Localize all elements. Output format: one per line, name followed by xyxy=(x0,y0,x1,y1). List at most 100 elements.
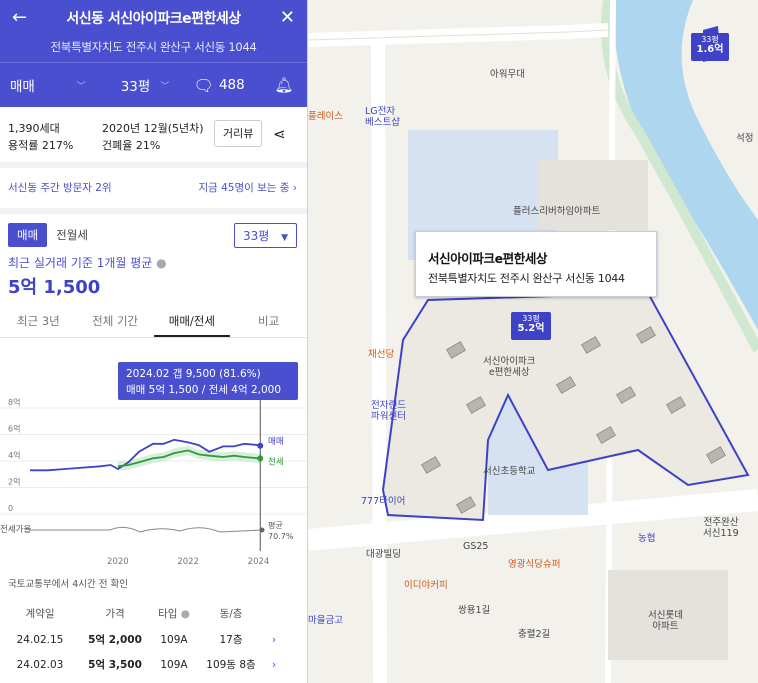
size-label: 33평 xyxy=(120,79,151,95)
price-marker-main[interactable]: 33평 5.2억 xyxy=(511,312,551,340)
x-tick-label: 2024 xyxy=(248,557,270,567)
street-view-button[interactable]: 거리뷰 xyxy=(214,120,263,147)
summary-info: 1,390세대 용적률 217% 2020년 12월(5년차) 건폐율 21% … xyxy=(0,107,307,168)
row-date: 24.02.03 xyxy=(16,658,64,671)
close-icon[interactable]: ✕ xyxy=(280,9,295,27)
map-label-chaeseon: 채선당 xyxy=(368,349,395,360)
map-label-electronics: 전자랜드 파워센터 xyxy=(371,400,406,422)
complex-popup[interactable]: 서신아이파크e편한세상 전북특별자치도 전주시 완산구 서신동 1044 xyxy=(415,231,657,297)
popup-address: 전북특별자치도 전주시 완산구 서신동 1044 xyxy=(428,272,625,285)
row-type: 109A xyxy=(160,658,188,671)
map-label-yeonggwang: 영광식당슈퍼 xyxy=(508,559,561,570)
notification-button[interactable]: 🔔︎ xyxy=(261,63,307,107)
back-arrow-icon[interactable]: ← xyxy=(12,9,27,27)
coverage-ratio: 건폐율 21% xyxy=(102,139,161,152)
map-label-lotte: 서신롯데 아파트 xyxy=(648,610,683,632)
header-address: 전북특별자치도 전주시 완산구 서신동 1044 xyxy=(50,40,257,54)
row-floor: 109동 8층 xyxy=(206,659,256,671)
size-dropdown[interactable]: 33평 ﹀ xyxy=(94,63,178,107)
map-label-idiya: 이디야커피 xyxy=(404,580,448,591)
table-row[interactable]: 24.02.03 5억 3,500 109A 109동 8층 › xyxy=(0,652,307,677)
tab-all-period[interactable]: 전체 기간 xyxy=(77,305,154,337)
row-price: 5억 2,000 xyxy=(88,634,142,646)
legend-sale: 매매 xyxy=(268,437,284,447)
seg-rent[interactable]: 전월세 xyxy=(47,223,97,247)
col-floor: 동/층 xyxy=(219,608,243,620)
road-vertical xyxy=(371,39,387,683)
comments-button[interactable]: 🗨 488 xyxy=(177,63,261,107)
visitor-rank-bar[interactable]: 서신동 주간 방문자 2위 지금 45명이 보는 중 › xyxy=(0,168,307,214)
page-title: 서신동 서신아이파크e편한세상 xyxy=(66,11,241,27)
avg-price-value: 5억 1,500 xyxy=(8,277,101,298)
trade-type-label: 매매 xyxy=(10,79,35,95)
tooltip-line2: 매매 5억 1,500 / 전세 4억 2,000 xyxy=(126,384,281,396)
trade-type-dropdown[interactable]: 매매 ﹀ xyxy=(0,63,94,107)
price-chart[interactable]: 8억 6억 4억 2억 0 2020 2022 2024 매매전세전세가율 평균 70.7% 2024… xyxy=(0,356,307,572)
ratio-name: 평균 xyxy=(268,520,283,530)
map-label-road2: 충렬2길 xyxy=(518,629,551,640)
col-type-label: 타입 xyxy=(158,608,178,620)
map-view[interactable]: 33평 1.6억 33평 5.2억 아워무대 플레이스 LG전자 베스트샵 플러… xyxy=(308,0,758,683)
ratio-dot xyxy=(259,527,265,533)
avg-label-text: 최근 실거래 기준 1개월 평균 xyxy=(8,256,153,270)
map-label-nonghyup: 농협 xyxy=(638,533,656,544)
y-tick-label: 8억 xyxy=(8,397,20,407)
map-label-bank: 마을금고 xyxy=(308,615,343,626)
seg-sale[interactable]: 매매 xyxy=(8,223,48,247)
area-select-value: 33평 xyxy=(242,228,270,243)
col-price: 가격 xyxy=(105,608,125,620)
area-select[interactable]: 33평 ▼ xyxy=(233,222,297,248)
floor-area-ratio: 용적률 217% xyxy=(8,139,74,152)
y-tick-label: 6억 xyxy=(8,424,20,434)
chevron-right-icon[interactable]: › xyxy=(264,659,284,671)
map-label-flower-apt: 플러스리버하임아파트 xyxy=(513,206,601,217)
map-label-venue: 아워무대 xyxy=(490,69,525,80)
tab-sale-jeonse[interactable]: 매매/전세 xyxy=(153,305,231,337)
row-floor: 17층 xyxy=(219,634,243,646)
built-date: 2020년 12월(5년차) xyxy=(102,122,204,135)
ratio-line xyxy=(30,526,263,533)
map-label-tire: 777타이어 xyxy=(361,496,406,507)
cursor-dot-jeonse xyxy=(257,455,264,462)
map-label-lg: LG전자 베스트샵 xyxy=(365,106,400,128)
deal-type-segment: 매매 전월세 xyxy=(8,223,97,247)
speech-bubble-icon: 🗨 xyxy=(193,75,214,95)
map-label-plaza: 플레이스 xyxy=(308,111,343,122)
share-icon[interactable]: ⋖ xyxy=(266,120,292,154)
x-tick-label: 2022 xyxy=(177,557,199,567)
panel-header: ← 서신동 서신아이파크e편한세상 ✕ 전북특별자치도 전주시 완산구 서신동 … xyxy=(0,0,307,107)
chevron-down-icon: ﹀ xyxy=(160,81,170,92)
cursor-dot-sale xyxy=(257,442,264,449)
y-tick-label: 4억 xyxy=(8,450,20,460)
map-canvas[interactable] xyxy=(308,0,758,683)
tab-recent-3y[interactable]: 최근 3년 xyxy=(0,305,77,337)
tooltip-line1: 2024.02 갭 9,500 (81.6%) xyxy=(126,368,261,380)
map-label-seoknam: 석정 xyxy=(736,133,754,144)
flower-apt-block xyxy=(538,160,648,230)
help-icon[interactable]: ● xyxy=(156,256,166,270)
price-marker-other[interactable]: 33평 1.6억 xyxy=(691,33,729,61)
tab-compare[interactable]: 비교 xyxy=(230,305,307,337)
jeonse-band xyxy=(117,445,262,471)
map-label-school: 서신초등학교 xyxy=(483,466,536,477)
ratio-value: 70.7% xyxy=(268,532,294,541)
viewers-now: 지금 45명이 보는 중 › xyxy=(198,182,297,194)
comments-count: 488 xyxy=(218,77,245,93)
help-icon[interactable]: ● xyxy=(181,608,190,620)
table-header: 계약일 가격 타입 ● 동/층 xyxy=(0,600,307,627)
row-type: 109A xyxy=(160,633,188,646)
avg-price-label: 최근 실거래 기준 1개월 평균 ● xyxy=(0,248,307,271)
source-note: 국토교통부에서 4시간 전 확인 xyxy=(8,579,128,590)
caret-down-icon: ▼ xyxy=(281,232,288,243)
row-date: 24.02.15 xyxy=(16,633,64,646)
period-tabs: 최근 3년 전체 기간 매매/전세 비교 xyxy=(0,305,307,338)
table-row[interactable]: 24.02.15 5억 2,000 109A 17층 › xyxy=(0,627,307,652)
x-tick-label: 2020 xyxy=(107,557,129,567)
chevron-right-icon[interactable]: › xyxy=(264,634,284,646)
detail-panel: ← 서신동 서신아이파크e편한세상 ✕ 전북특별자치도 전주시 완산구 서신동 … xyxy=(0,0,308,683)
marker-main-price: 5.2억 xyxy=(517,323,545,334)
ratio-label: 전세가율 xyxy=(0,524,31,535)
y-tick-label: 0 xyxy=(8,504,13,513)
row-price: 5억 3,500 xyxy=(88,659,142,671)
transaction-table: 계약일 가격 타입 ● 동/층 24.02.15 5억 2,000 109A 1… xyxy=(0,600,307,677)
